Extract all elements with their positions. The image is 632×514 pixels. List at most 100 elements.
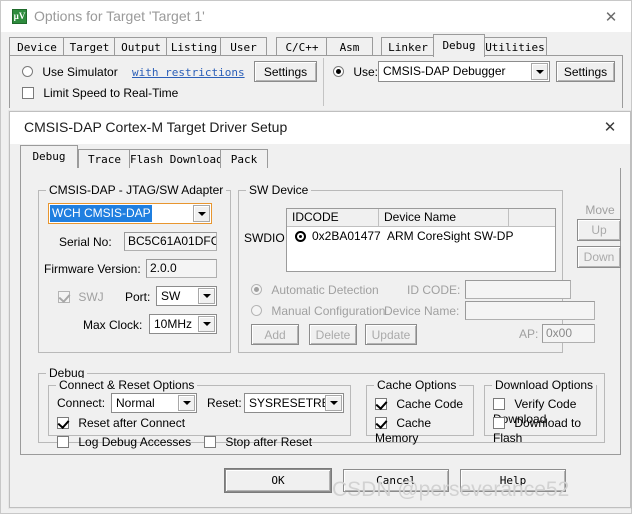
adapter-select[interactable]: WCH CMSIS-DAP	[48, 203, 212, 224]
dialog-title-bar: CMSIS-DAP Cortex-M Target Driver Setup ✕	[10, 112, 630, 144]
automatic-detection-row[interactable]: Automatic Detection	[251, 282, 379, 297]
dialog-title: CMSIS-DAP Cortex-M Target Driver Setup	[24, 119, 288, 135]
use-simulator-row[interactable]: Use Simulator	[22, 64, 118, 79]
ap-field[interactable]: 0x00	[542, 324, 595, 343]
download-to-flash-checkbox[interactable]	[493, 416, 505, 429]
max-clock-select[interactable]: 10MHz	[149, 314, 217, 334]
reset-after-connect-row[interactable]: Reset after Connect	[57, 415, 185, 430]
cache-code-label: Cache Code	[396, 396, 464, 411]
dialog-button-bar: OK Cancel Help	[10, 455, 630, 508]
cache-code-checkbox[interactable]	[375, 397, 387, 410]
sw-device-group-title: SW Device	[246, 183, 312, 197]
reset-select[interactable]: SYSRESETREQ	[244, 393, 344, 413]
verify-code-download-checkbox[interactable]	[493, 397, 505, 410]
port-label: Port:	[125, 290, 151, 304]
max-clock-chevron-down-icon[interactable]	[198, 316, 215, 332]
dialog-tab-pack[interactable]: Pack	[220, 149, 268, 168]
tab-asm[interactable]: Asm	[326, 37, 373, 56]
add-button[interactable]: Add	[251, 324, 299, 345]
tab-c-cpp[interactable]: C/C++	[276, 37, 328, 56]
keil-uvision-icon: µV	[12, 9, 27, 24]
tab-debug[interactable]: Debug	[433, 34, 485, 57]
sw-device-group: SW Device SWDIO IDCODE Device Name 0x2BA…	[238, 183, 621, 353]
move-down-button[interactable]: Down	[577, 246, 621, 268]
debugger-settings-button[interactable]: Settings	[556, 61, 615, 82]
stop-after-reset-label: Stop after Reset	[225, 434, 313, 449]
table-row[interactable]: 0x2BA01477 ARM CoreSight SW-DP	[287, 228, 555, 247]
update-button[interactable]: Update	[365, 324, 417, 345]
log-debug-accesses-checkbox[interactable]	[57, 435, 69, 448]
tab-device[interactable]: Device	[9, 37, 65, 56]
dialog-tab-flash-download[interactable]: Flash Download	[129, 149, 223, 168]
download-options-group-title: Download Options	[492, 378, 597, 392]
cache-memory-checkbox[interactable]	[375, 416, 387, 429]
log-debug-accesses-row[interactable]: Log Debug Accesses	[57, 434, 191, 449]
column-header-idcode[interactable]: IDCODE	[287, 209, 379, 226]
adapter-select-value: WCH CMSIS-DAP	[50, 205, 152, 222]
cancel-button[interactable]: Cancel	[343, 469, 449, 492]
cache-code-row[interactable]: Cache Code	[375, 396, 463, 411]
dialog-close-icon[interactable]: ✕	[598, 118, 622, 138]
options-for-target-window: µV Options for Target 'Target 1' ✕ Devic…	[0, 0, 632, 514]
use-debugger-radio[interactable]	[333, 66, 344, 78]
automatic-detection-radio[interactable]	[251, 284, 262, 296]
dialog-tab-debug[interactable]: Debug	[20, 145, 78, 168]
move-up-button[interactable]: Up	[577, 219, 621, 241]
tab-target[interactable]: Target	[63, 37, 116, 56]
device-selected-radio-icon[interactable]	[295, 231, 306, 242]
outer-tab-strip: Device Target Output Listing User C/C++ …	[1, 32, 631, 57]
device-table[interactable]: IDCODE Device Name 0x2BA01477 ARM CoreSi…	[286, 208, 556, 272]
device-name-label: Device Name:	[384, 304, 460, 318]
limit-speed-row[interactable]: Limit Speed to Real-Time	[22, 85, 178, 100]
chevron-down-icon[interactable]	[531, 63, 548, 80]
column-header-device-name[interactable]: Device Name	[379, 209, 509, 226]
manual-configuration-row[interactable]: Manual Configuration	[251, 303, 385, 318]
device-name: ARM CoreSight SW-DP	[387, 229, 514, 243]
use-simulator-radio[interactable]	[22, 66, 33, 78]
firmware-version-value: 2.0.0	[146, 259, 217, 278]
cache-memory-row[interactable]: Cache Memory	[375, 415, 473, 445]
tab-listing[interactable]: Listing	[166, 37, 222, 56]
port-select[interactable]: SW	[156, 286, 217, 306]
adapter-chevron-down-icon[interactable]	[193, 205, 210, 222]
connect-select[interactable]: Normal	[111, 393, 197, 413]
swj-label: SWJ	[78, 289, 104, 304]
debug-options-group: Debug Connect & Reset Options Connect: N…	[38, 366, 605, 449]
reset-after-connect-checkbox[interactable]	[57, 416, 69, 429]
manual-configuration-label: Manual Configuration	[271, 303, 386, 318]
max-clock-label: Max Clock:	[83, 318, 143, 332]
cache-options-group-title: Cache Options	[374, 378, 460, 392]
manual-configuration-radio[interactable]	[251, 305, 262, 317]
tab-utilities[interactable]: Utilities	[483, 37, 547, 56]
device-name-field[interactable]	[465, 301, 595, 320]
move-label: Move	[585, 203, 615, 217]
dialog-tab-strip: Debug Trace Flash Download Pack	[10, 144, 630, 168]
simulator-settings-button[interactable]: Settings	[254, 61, 317, 82]
ok-button[interactable]: OK	[225, 469, 331, 492]
limit-speed-checkbox[interactable]	[22, 86, 34, 99]
connect-chevron-down-icon[interactable]	[178, 395, 195, 411]
adapter-group-title: CMSIS-DAP - JTAG/SW Adapter	[46, 183, 227, 197]
column-header-extra[interactable]	[509, 209, 555, 226]
ap-label: AP:	[519, 327, 539, 341]
download-to-flash-row[interactable]: Download to Flash	[493, 415, 596, 445]
with-restrictions-link[interactable]: with restrictions	[132, 66, 245, 79]
reset-chevron-down-icon[interactable]	[325, 395, 342, 411]
help-button[interactable]: Help	[460, 469, 566, 492]
limit-speed-label: Limit Speed to Real-Time	[43, 85, 179, 100]
device-idcode: 0x2BA01477	[312, 229, 381, 243]
use-label: Use:	[353, 64, 379, 79]
stop-after-reset-checkbox[interactable]	[204, 435, 216, 448]
dialog-tab-trace[interactable]: Trace	[78, 149, 131, 168]
close-icon[interactable]: ✕	[599, 7, 623, 27]
debugger-select[interactable]: CMSIS-DAP Debugger	[378, 61, 550, 82]
id-code-field[interactable]	[465, 280, 571, 299]
tab-output[interactable]: Output	[114, 37, 168, 56]
use-debugger-row[interactable]: Use:	[333, 64, 378, 79]
stop-after-reset-row[interactable]: Stop after Reset	[204, 434, 312, 449]
serial-no-label: Serial No:	[59, 235, 112, 249]
delete-button[interactable]: Delete	[309, 324, 357, 345]
tab-linker[interactable]: Linker	[381, 37, 435, 56]
port-chevron-down-icon[interactable]	[198, 288, 215, 304]
tab-user[interactable]: User	[220, 37, 267, 56]
